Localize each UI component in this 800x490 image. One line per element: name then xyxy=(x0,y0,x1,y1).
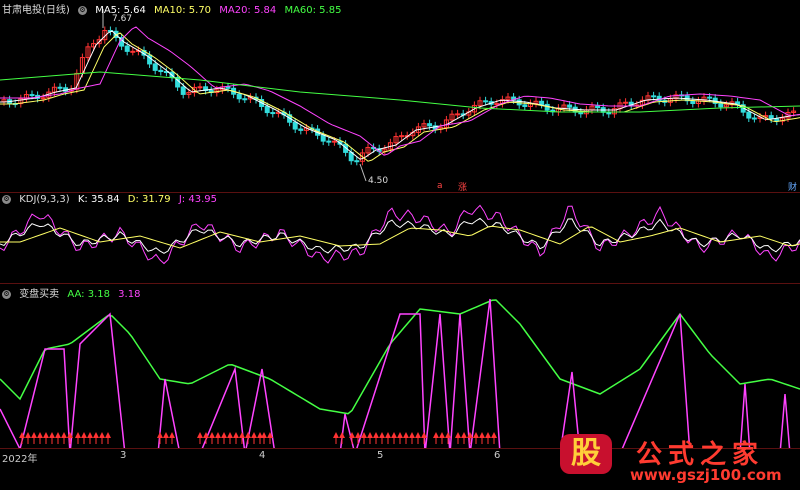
signal-aa-label: AA: 3.18 xyxy=(67,289,110,300)
candle-body xyxy=(29,94,35,97)
watermark-url: www.gszj100.com xyxy=(630,466,782,484)
kdj-d-label: D: 31.79 xyxy=(127,194,171,205)
candle-body xyxy=(399,135,405,138)
candle-body xyxy=(292,121,298,130)
price-legend: 甘肃电投(日线) ⚙ MA5: 5.64 MA10: 5.70 MA20: 5.… xyxy=(2,1,346,16)
price-title: 甘肃电投(日线) xyxy=(2,5,70,16)
candle-body xyxy=(718,102,724,108)
x-axis-label-6: 6 xyxy=(494,450,501,461)
candle-body xyxy=(152,63,158,71)
candle-body xyxy=(40,97,46,100)
ma5-label: MA5: 5.64 xyxy=(95,5,146,16)
signal-panel: ⚙ 变盘买卖 AA: 3.18 3.18 xyxy=(0,284,800,448)
x-axis-label-3: 3 xyxy=(120,450,127,461)
candle-body xyxy=(242,98,248,101)
signal-title: 变盘买卖 xyxy=(19,289,60,300)
candle-body xyxy=(595,105,601,109)
settings-icon[interactable]: ⚙ xyxy=(2,289,11,299)
candle-body xyxy=(298,128,304,131)
candle-body xyxy=(606,111,612,115)
candle-body xyxy=(331,140,337,143)
price-chart[interactable] xyxy=(0,0,800,192)
candle-body xyxy=(130,50,136,53)
candle-body xyxy=(326,140,332,143)
candle-body xyxy=(746,111,752,119)
candle-body xyxy=(455,113,461,116)
candle-body xyxy=(197,86,203,89)
x-axis-label-5: 5 xyxy=(377,450,384,461)
x-axis-label-year: 2022年 xyxy=(2,454,38,465)
signal-value-label: 3.18 xyxy=(118,289,141,300)
kdj-j-line xyxy=(0,204,800,265)
candle-body xyxy=(751,117,757,120)
settings-icon[interactable]: ⚙ xyxy=(78,5,87,15)
signal-magenta-line xyxy=(0,298,791,448)
kdj-d-line xyxy=(0,225,800,249)
candle-body xyxy=(623,101,629,104)
kdj-chart[interactable] xyxy=(0,193,800,283)
signal-legend: ⚙ 变盘买卖 AA: 3.18 3.18 xyxy=(2,285,145,300)
kdj-panel: ⚙ KDJ(9,3,3) K: 35.84 D: 31.79 J: 43.95 xyxy=(0,193,800,283)
ma60-label: MA60: 5.85 xyxy=(284,5,342,16)
ma20-label: MA20: 5.84 xyxy=(219,5,277,16)
settings-icon[interactable]: ⚙ xyxy=(2,194,11,204)
watermark-logo: 股 xyxy=(560,434,612,474)
candle-body xyxy=(158,69,164,73)
kdj-legend: ⚙ KDJ(9,3,3) K: 35.84 D: 31.79 J: 43.95 xyxy=(2,194,222,205)
candle-body xyxy=(354,160,360,163)
watermark: 股 公式之家 www.gszj100.com xyxy=(558,432,798,488)
candle-body xyxy=(225,86,231,89)
candle-body xyxy=(124,45,130,52)
ma60-line xyxy=(0,71,800,113)
candle-body xyxy=(236,93,242,100)
candle-body xyxy=(320,134,326,142)
low-price-label: 4.50 xyxy=(368,176,389,186)
candle-body xyxy=(427,123,433,127)
candle-body xyxy=(651,95,657,98)
candle-body xyxy=(270,112,276,115)
price-panel: 甘肃电投(日线) ⚙ MA5: 5.64 MA10: 5.70 MA20: 5.… xyxy=(0,0,800,193)
candle-body xyxy=(57,86,63,89)
event-tag-a[interactable]: a xyxy=(437,181,443,191)
ma10-label: MA10: 5.70 xyxy=(154,5,212,16)
candle-body xyxy=(483,100,489,103)
candle-body xyxy=(567,104,573,108)
candle-body xyxy=(180,86,186,95)
candle-body xyxy=(264,106,270,114)
candle-body xyxy=(539,100,545,105)
candle-body xyxy=(522,104,528,107)
kdj-k-line xyxy=(0,217,800,254)
x-axis-label-4: 4 xyxy=(259,450,266,461)
kdj-title: KDJ(9,3,3) xyxy=(19,194,70,205)
low-marker xyxy=(359,163,367,182)
candle-body xyxy=(494,103,500,106)
candle-body xyxy=(707,96,713,99)
kdj-k-label: K: 35.84 xyxy=(77,194,120,205)
kdj-j-label: J: 43.95 xyxy=(178,194,217,205)
signal-chart[interactable] xyxy=(0,284,800,448)
